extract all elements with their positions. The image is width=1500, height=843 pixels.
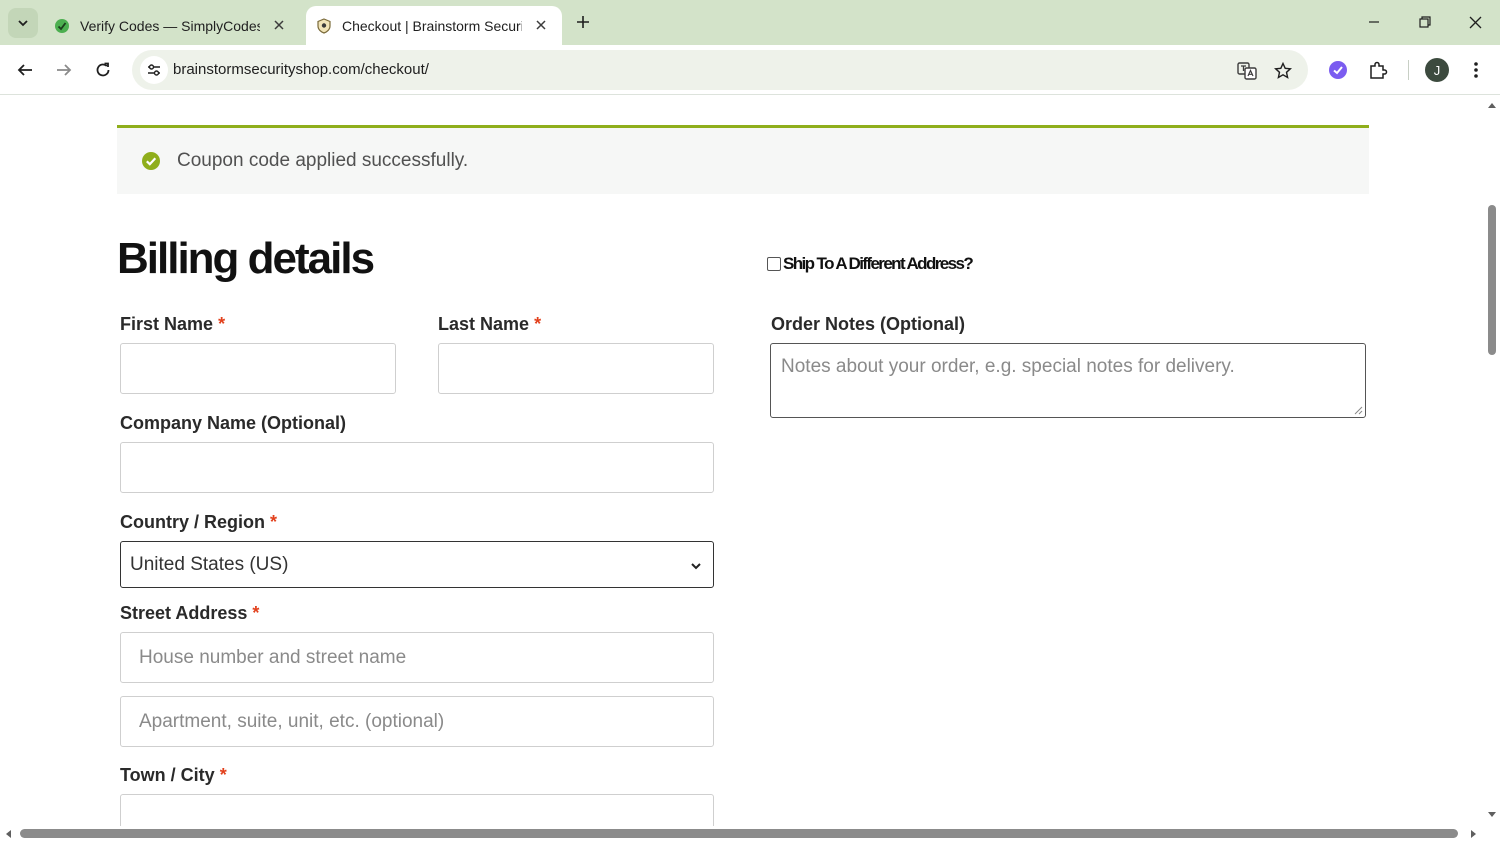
restore-button[interactable] [1410,8,1440,36]
arrow-right-icon [57,64,72,76]
url-text: brainstormsecurityshop.com/checkout/ [173,61,429,78]
reload-icon [96,62,110,77]
required-marker: * [252,603,260,623]
town-city-label: Town / City * [120,765,227,786]
scroll-right-arrow-icon[interactable] [1469,829,1479,839]
first-name-label-text: First Name [120,314,214,334]
coupon-success-notice: Coupon code applied successfully. [117,125,1369,194]
extensions-button[interactable] [1365,57,1391,83]
minimize-button[interactable] [1359,8,1389,36]
country-selected-value: United States (US) [130,554,289,575]
required-marker: * [218,314,226,334]
company-name-label: Company Name (Optional) [120,413,347,433]
ship-different-address-label: Ship To A Different Address? [783,254,974,273]
chevron-down-icon [691,563,701,570]
back-button[interactable] [11,56,39,84]
street-address-input[interactable]: House number and street name [120,632,714,683]
country-label-text: Country / Region [120,512,265,532]
scroll-up-arrow-icon[interactable] [1487,100,1497,110]
shield-favicon-icon [317,17,331,34]
reload-button[interactable] [89,56,117,84]
country-select[interactable]: United States (US) [120,541,714,588]
arrow-left-icon [17,64,32,76]
order-notes-textarea[interactable]: Notes about your order, e.g. special not… [770,343,1366,418]
last-name-label-text: Last Name [438,314,530,334]
required-marker: * [270,512,278,532]
notice-message: Coupon code applied successfully. [177,150,469,171]
plus-icon [577,16,589,28]
tune-icon [148,64,160,76]
extension-logo-icon [1329,61,1347,79]
tab-title: Checkout | Brainstorm Security Shop [342,17,522,34]
close-tab-button[interactable] [270,16,288,34]
simplycodes-favicon-icon [55,18,69,33]
resize-grip-icon[interactable] [1354,406,1363,415]
bookmark-button[interactable] [1272,60,1294,82]
browser-toolbar: brainstormsecurityshop.com/checkout/ J [0,45,1500,95]
town-city-label-text: Town / City [120,765,215,785]
street-address-2-input[interactable]: Apartment, suite, unit, etc. (optional) [120,696,714,747]
scroll-left-arrow-icon[interactable] [3,829,13,839]
ship-different-address-checkbox[interactable] [767,257,781,271]
chevron-down-icon [18,20,28,27]
minimize-icon [1369,21,1379,23]
translate-icon [1237,62,1257,80]
order-notes-placeholder: Notes about your order, e.g. special not… [781,356,1235,377]
extension-simplycodes-button[interactable] [1325,57,1351,83]
horizontal-scrollbar[interactable] [0,826,1500,843]
street-address-2-placeholder: Apartment, suite, unit, etc. (optional) [139,711,445,732]
tab-title: Verify Codes — SimplyCodes [80,17,260,34]
tab-simplycodes[interactable]: Verify Codes — SimplyCodes [46,6,300,45]
close-icon [274,20,284,30]
tab-search-button[interactable] [8,8,38,38]
last-name-input[interactable] [438,343,714,394]
site-info-button[interactable] [140,56,168,84]
last-name-label: Last Name * [438,314,541,335]
company-name-input[interactable] [120,442,714,493]
first-name-label: First Name * [120,314,225,335]
browser-menu-button[interactable] [1463,57,1489,83]
tab-checkout[interactable]: Checkout | Brainstorm Security Shop [306,6,562,45]
town-city-input[interactable] [120,794,714,826]
forward-button[interactable] [50,56,78,84]
scroll-down-arrow-icon[interactable] [1487,810,1497,820]
close-icon [1469,16,1481,28]
street-address-label: Street Address * [120,603,259,624]
puzzle-icon [1370,61,1388,79]
page-viewport: Coupon code applied successfully. Billin… [0,96,1484,826]
vertical-scroll-thumb[interactable] [1488,205,1496,355]
toolbar-divider [1408,60,1409,80]
star-icon [1274,62,1292,79]
order-notes-label: Order Notes (Optional) [771,314,966,334]
tab-strip: Verify Codes — SimplyCodes Checkout | Br… [0,0,1500,45]
restore-icon [1419,16,1431,28]
ship-different-address-toggle[interactable]: Ship To A Different Address? [767,254,974,274]
required-marker: * [534,314,542,334]
close-icon [536,20,546,30]
more-vert-icon [1474,62,1478,78]
new-tab-button[interactable] [572,11,594,33]
billing-details-heading: Billing details [117,234,375,283]
first-name-input[interactable] [120,343,396,394]
close-tab-button[interactable] [532,16,550,34]
translate-button[interactable] [1236,60,1258,82]
street-address-placeholder: House number and street name [139,647,407,668]
profile-avatar[interactable]: J [1425,58,1449,82]
close-window-button[interactable] [1460,8,1490,36]
country-label: Country / Region * [120,512,277,533]
address-bar[interactable]: brainstormsecurityshop.com/checkout/ [132,50,1308,90]
horizontal-scroll-thumb[interactable] [20,829,1458,838]
check-circle-icon [142,152,160,170]
street-address-label-text: Street Address [120,603,248,623]
required-marker: * [219,765,227,785]
vertical-scrollbar[interactable] [1484,96,1500,826]
